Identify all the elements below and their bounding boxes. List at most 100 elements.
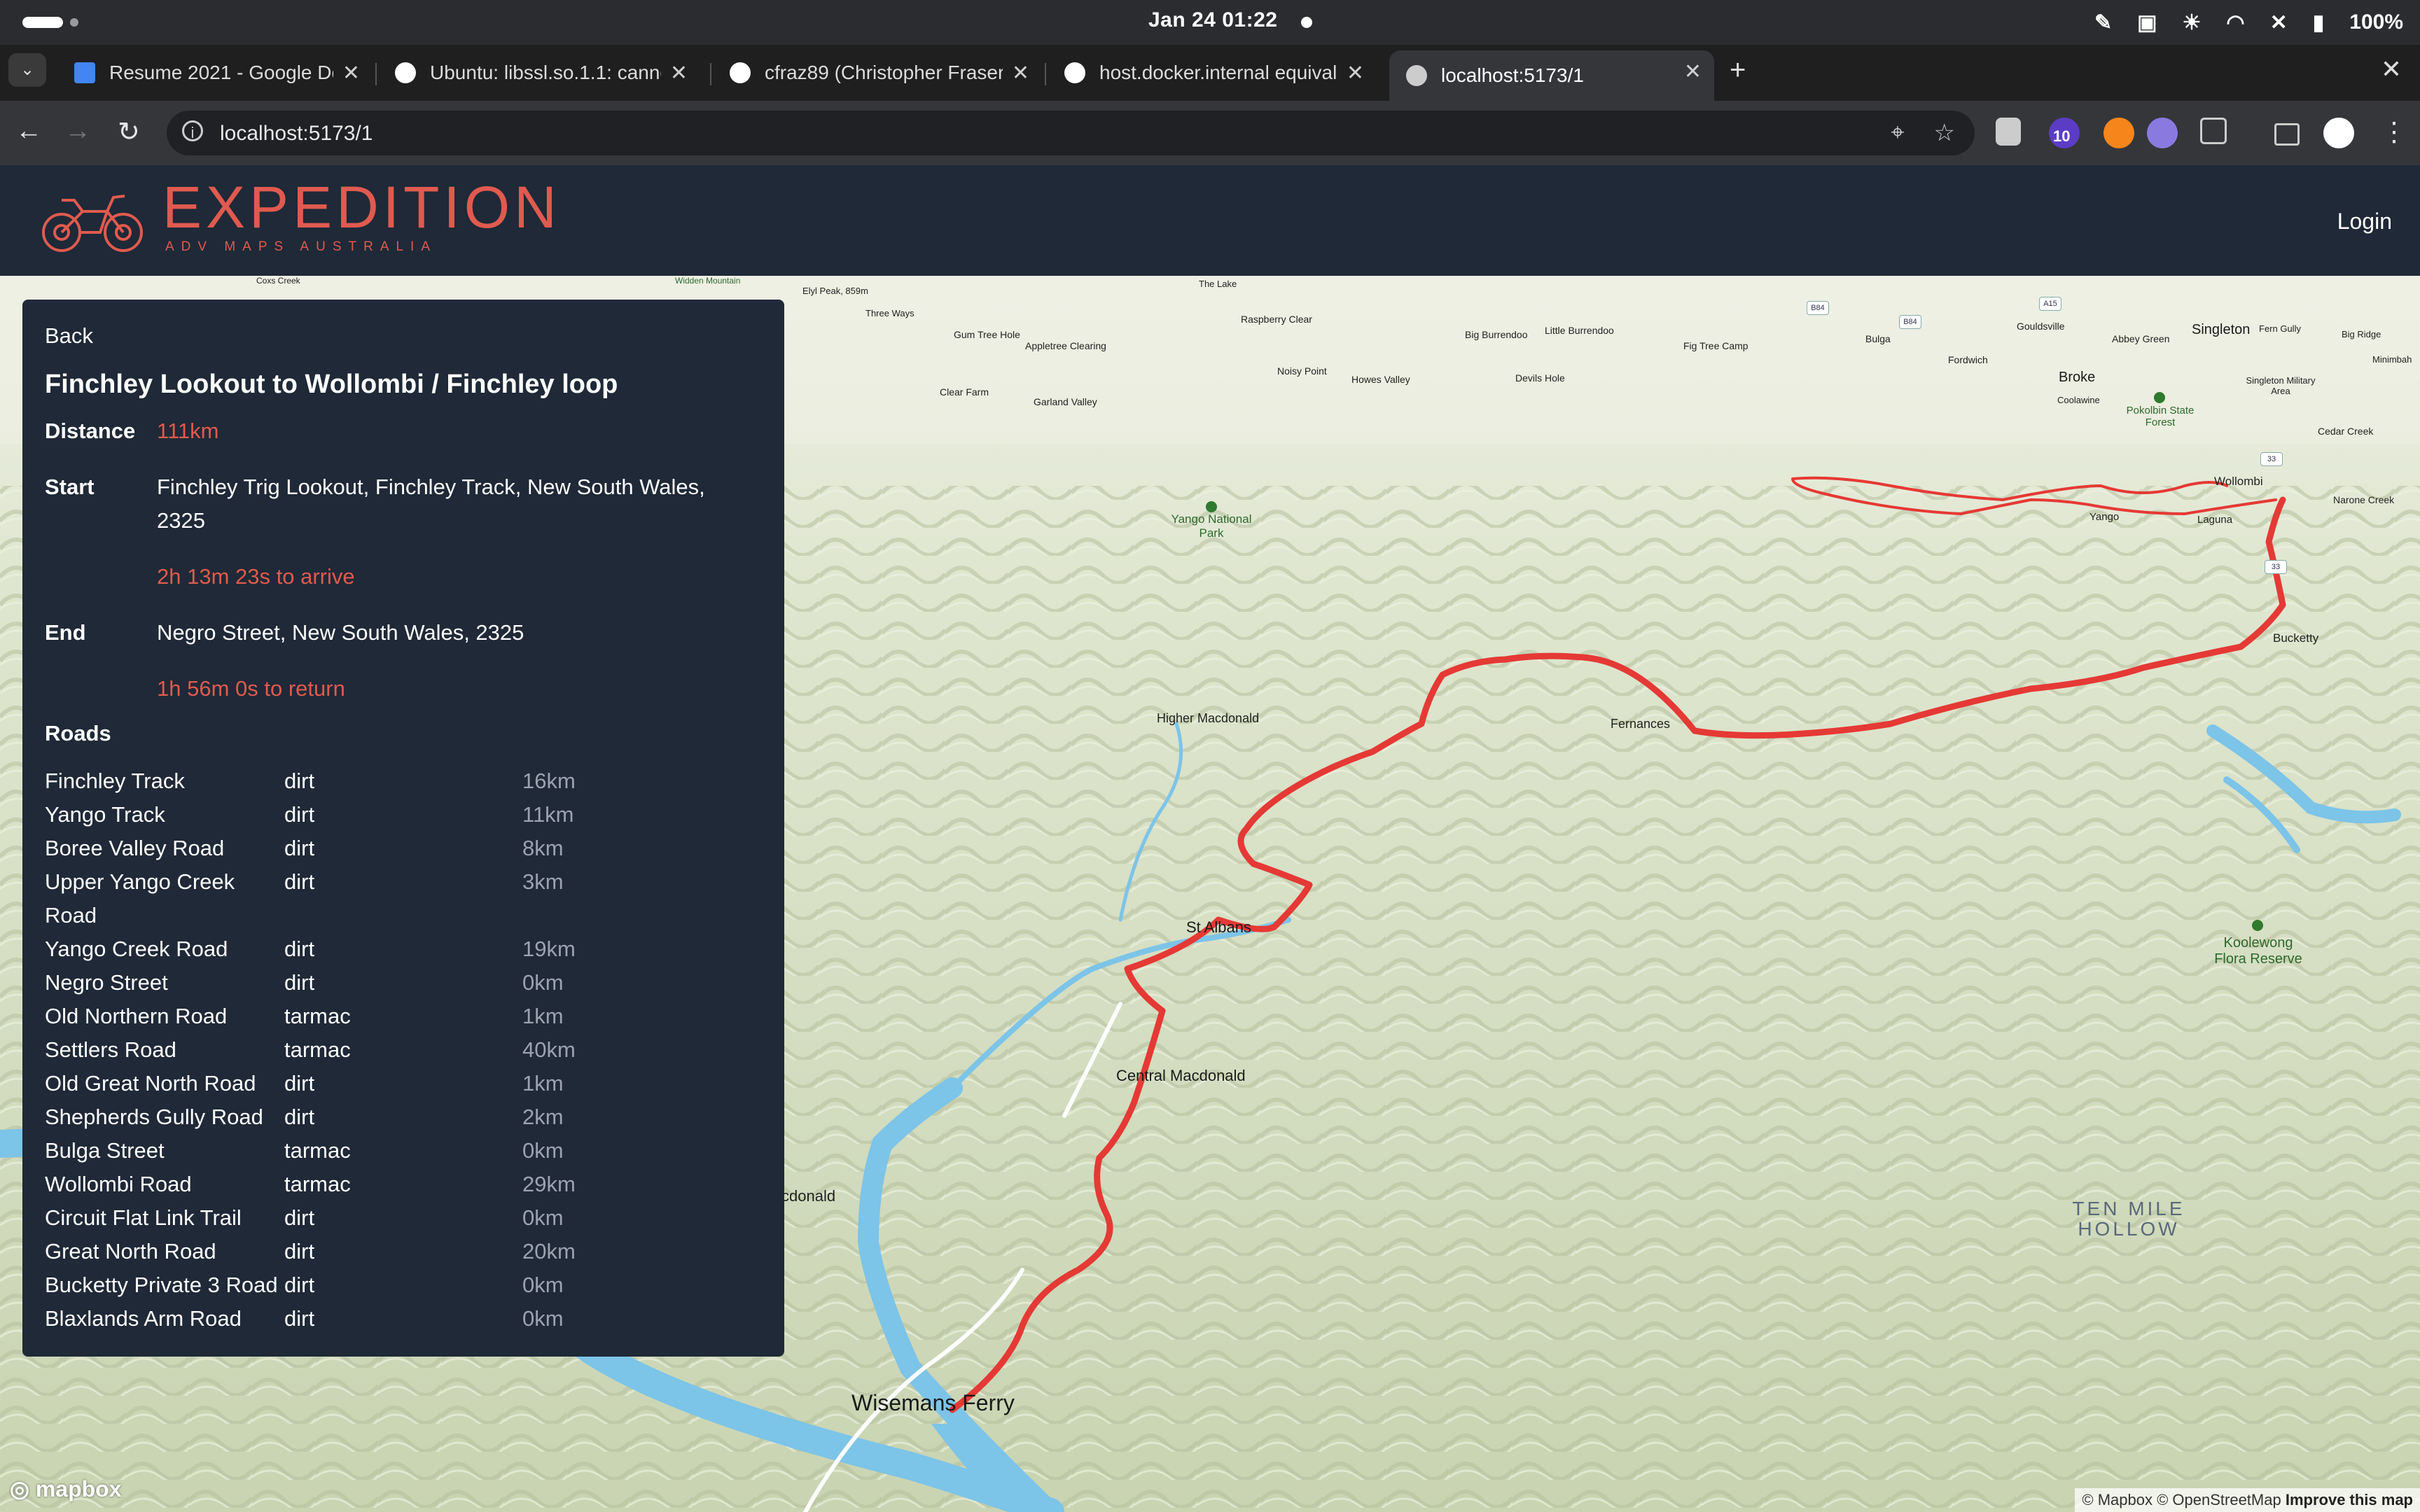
map-label-fordwich[interactable]: Fordwich	[1948, 354, 1988, 365]
close-tab-icon[interactable]: ✕	[1347, 61, 1364, 85]
workspace-dot[interactable]	[70, 18, 78, 27]
close-tab-icon[interactable]: ✕	[1684, 59, 1702, 84]
browser-menu-icon[interactable]: ⋮	[2381, 116, 2407, 148]
road-surface: dirt	[284, 1273, 315, 1297]
map-label-gum-tree-hole[interactable]: Gum Tree Hole	[954, 329, 1020, 340]
location-pin-icon[interactable]: ⌖	[1891, 119, 1904, 147]
forward-arrow-icon[interactable]: →	[64, 116, 91, 146]
login-link[interactable]: Login	[2337, 209, 2392, 234]
mapbox-logo[interactable]: ◎ mapbox	[10, 1476, 122, 1502]
battery-icon[interactable]: ▮	[2313, 10, 2325, 35]
map-label-yango-np[interactable]: Yango National Park	[1162, 512, 1260, 540]
road-name: Upper Yango Creek Road	[45, 869, 235, 927]
new-tab-button[interactable]: +	[1730, 55, 1746, 86]
road-name: Bulga Street	[45, 1138, 165, 1163]
attribution-text[interactable]: © Mapbox © OpenStreetMap	[2082, 1491, 2281, 1508]
tab-docker[interactable]: host.docker.internal equivalent ✕	[1048, 52, 1377, 94]
tab-cfraz89[interactable]: cfraz89 (Christopher Fraser) ✕	[713, 52, 1042, 94]
map-label-appletree[interactable]: Appletree Clearing	[1025, 340, 1106, 351]
window-close-icon[interactable]: ✕	[2381, 55, 2402, 84]
map-label-bulga[interactable]: Bulga	[1865, 333, 1891, 344]
back-link[interactable]: Back	[45, 323, 93, 349]
map-label-macdonald-edge[interactable]: cdonald	[781, 1187, 835, 1205]
brightness-icon[interactable]: ☀	[2183, 10, 2202, 35]
bookmark-star-icon[interactable]: ☆	[1934, 119, 1955, 147]
reload-icon[interactable]: ↻	[118, 116, 140, 148]
tab-search-button[interactable]: ⌄	[8, 53, 46, 87]
address-bar[interactable]: i localhost:5173/1 ⌖ ☆	[167, 111, 1975, 155]
map-label-wisemans-ferry[interactable]: Wisemans Ferry	[851, 1390, 1015, 1416]
back-arrow-icon[interactable]: ←	[15, 116, 42, 146]
close-tab-icon[interactable]: ✕	[342, 61, 360, 85]
browser-toolbar: ← → ↻ i localhost:5173/1 ⌖ ☆ 10 ⋮	[0, 101, 2420, 165]
start-value: Finchley Trig Lookout, Finchley Track, N…	[157, 475, 705, 533]
map-label-yango[interactable]: Yango	[2089, 511, 2119, 523]
map-label-laguna[interactable]: Laguna	[2197, 514, 2232, 526]
road-surface: dirt	[284, 869, 315, 894]
url-text[interactable]: localhost:5173/1	[220, 122, 373, 146]
improve-map-link[interactable]: Improve this map	[2286, 1491, 2413, 1508]
map-label-devils-hole[interactable]: Devils Hole	[1515, 372, 1565, 384]
map-label-fernances[interactable]: Fernances	[1611, 717, 1670, 732]
map-label-broke[interactable]: Broke	[2059, 370, 2095, 386]
map-label-singleton[interactable]: Singleton	[2192, 322, 2250, 338]
tab-ubuntu[interactable]: Ubuntu: libssl.so.1.1: cannot ✕	[378, 52, 700, 94]
map-label-the-lake[interactable]: The Lake	[1199, 279, 1237, 289]
map-label-narone-creek[interactable]: Narone Creek	[2333, 494, 2394, 505]
system-clock[interactable]: Jan 24 01:22	[1148, 8, 1277, 32]
map-label-singleton-military[interactable]: Singleton Military Area	[2242, 375, 2319, 396]
map-label-gouldsville[interactable]: Gouldsville	[2017, 321, 2064, 332]
map-label-fig-tree-camp[interactable]: Fig Tree Camp	[1683, 340, 1748, 351]
bitwarden-extension-icon[interactable]	[1996, 118, 2021, 146]
tab-resume[interactable]: Resume 2021 - Google Docs ✕	[57, 52, 373, 94]
map-label-widden-mountain[interactable]: Widden Mountain	[675, 276, 740, 286]
metamask-extension-icon[interactable]	[2103, 118, 2134, 148]
map-label-noisy-point[interactable]: Noisy Point	[1277, 365, 1327, 377]
map-label-little-burrendoo[interactable]: Little Burrendoo	[1545, 325, 1614, 336]
system-tray[interactable]: ✎ ▣ ☀ ◠ ✕ ▮ 100%	[2094, 7, 2403, 38]
road-row: Upper Yango Creek Road dirt 3km	[45, 865, 745, 932]
github-icon	[730, 62, 751, 83]
map-label-pokolbin[interactable]: Pokolbin State Forest	[2122, 405, 2199, 428]
game-extension-icon[interactable]	[2147, 118, 2178, 148]
map-label-coxs-creek[interactable]: Coxs Creek	[256, 276, 300, 286]
road-name: Circuit Flat Link Trail	[45, 1205, 242, 1230]
map-label-big-ridge[interactable]: Big Ridge	[2342, 329, 2381, 340]
globe-icon	[1406, 65, 1427, 86]
map-label-howes-valley[interactable]: Howes Valley	[1351, 374, 1410, 385]
map-label-big-burrendoo[interactable]: Big Burrendoo	[1465, 329, 1528, 340]
map-label-elyl-peak[interactable]: Elyl Peak, 859m	[802, 286, 868, 296]
extensions-puzzle-icon[interactable]	[2200, 118, 2227, 144]
road-row: Yango Track dirt 11km	[45, 798, 745, 832]
map-label-bucketty[interactable]: Bucketty	[2273, 631, 2318, 645]
map-label-st-albans[interactable]: St Albans	[1186, 918, 1251, 937]
side-panel-icon[interactable]	[2274, 123, 2300, 146]
tab-localhost[interactable]: localhost:5173/1 ✕	[1389, 50, 1714, 101]
map-label-cedar-creek[interactable]: Cedar Creek	[2318, 426, 2373, 437]
motorbike-logo-icon[interactable]	[41, 190, 146, 256]
map-label-coolawine[interactable]: Coolawine	[2057, 395, 2100, 405]
map-label-raspberry-clear[interactable]: Raspberry Clear	[1241, 314, 1312, 325]
map-label-garland-valley[interactable]: Garland Valley	[1034, 396, 1097, 407]
map-label-abbey-green[interactable]: Abbey Green	[2112, 333, 2170, 344]
map-label-fern-gully[interactable]: Fern Gully	[2259, 323, 2301, 334]
map-label-central-macdonald[interactable]: Central Macdonald	[1116, 1067, 1246, 1085]
volume-muted-icon[interactable]: ✕	[2270, 10, 2288, 35]
extension-badge-icon[interactable]: 10	[2049, 118, 2080, 148]
map-label-koolewong[interactable]: Koolewong Flora Reserve	[2206, 935, 2311, 967]
map-label-minimbah[interactable]: Minimbah	[2372, 354, 2412, 365]
clipboard-icon[interactable]: ▣	[2137, 10, 2157, 35]
workspace-indicator[interactable]	[22, 17, 63, 28]
brand-name[interactable]: EXPEDITION	[162, 178, 561, 237]
eyedropper-icon[interactable]: ✎	[2094, 10, 2112, 35]
close-tab-icon[interactable]: ✕	[1012, 61, 1029, 85]
profile-avatar[interactable]	[2323, 118, 2354, 148]
wifi-icon[interactable]: ◠	[2226, 10, 2244, 35]
close-tab-icon[interactable]: ✕	[670, 61, 688, 85]
map-label-three-ways[interactable]: Three Ways	[865, 308, 915, 318]
map-label-clear-farm[interactable]: Clear Farm	[940, 386, 989, 398]
map-label-higher-macdonald[interactable]: Higher Macdonald	[1157, 711, 1259, 726]
site-info-icon[interactable]: i	[182, 120, 203, 141]
map-label-wollombi[interactable]: Wollombi	[2214, 475, 2263, 489]
road-row: Old Great North Road dirt 1km	[45, 1067, 745, 1100]
